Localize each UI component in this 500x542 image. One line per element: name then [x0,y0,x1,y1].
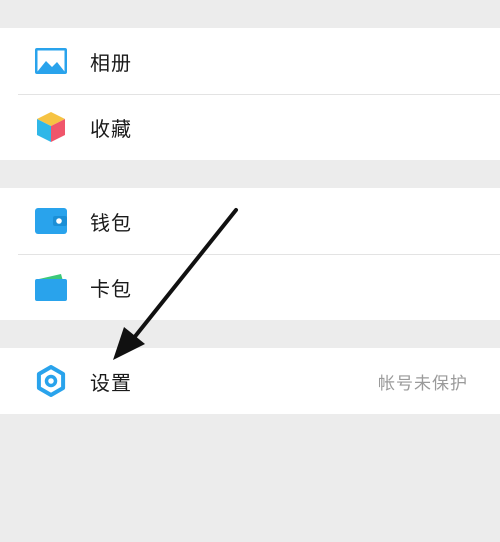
menu-group-settings: 设置 帐号未保护 [0,348,500,414]
menu-item-label: 设置 [90,370,132,395]
menu-item-label: 相册 [90,50,132,75]
wallet-icon [34,204,68,238]
menu-item-label: 钱包 [90,210,132,235]
menu-item-label: 收藏 [90,116,132,141]
menu-item-card-wallet[interactable]: 卡包 [0,254,500,320]
menu-group-wallet: 钱包 卡包 [0,188,500,320]
menu-item-label: 卡包 [90,276,132,301]
album-icon [34,44,68,78]
menu-item-album[interactable]: 相册 [0,28,500,94]
menu-item-settings[interactable]: 设置 帐号未保护 [0,348,500,414]
menu-group-media: 相册 收藏 [0,28,500,160]
card-wallet-icon [34,270,68,304]
settings-gear-icon [34,364,68,398]
me-menu-page: 相册 收藏 钱包 卡包 设置 帐号未保护 [0,0,500,542]
menu-item-wallet[interactable]: 钱包 [0,188,500,254]
account-unprotected-note: 帐号未保护 [378,373,468,394]
menu-item-favorites[interactable]: 收藏 [0,94,500,160]
favorites-icon [34,110,68,144]
